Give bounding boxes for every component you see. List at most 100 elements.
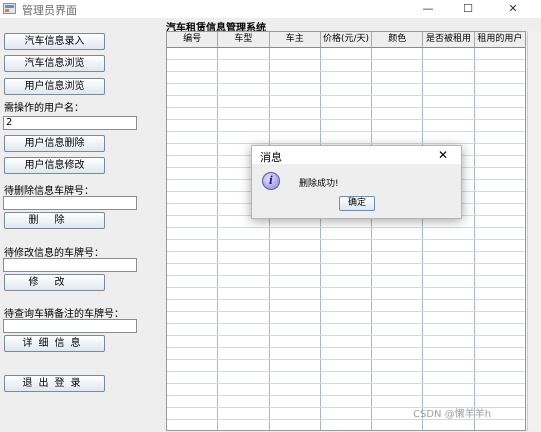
table-cell[interactable]	[167, 132, 219, 143]
table-cell[interactable]	[423, 276, 475, 287]
table-cell[interactable]	[423, 336, 475, 347]
table-cell[interactable]	[167, 336, 219, 347]
table-cell[interactable]	[475, 264, 525, 275]
table-cell[interactable]	[218, 384, 270, 395]
table-cell[interactable]	[321, 396, 373, 407]
table-cell[interactable]	[475, 348, 525, 359]
table-cell[interactable]	[423, 360, 475, 371]
table-cell[interactable]	[475, 144, 525, 155]
table-cell[interactable]	[167, 84, 219, 95]
table-cell[interactable]	[372, 348, 424, 359]
table-cell[interactable]	[372, 384, 424, 395]
table-cell[interactable]	[475, 72, 525, 83]
table-row[interactable]	[167, 60, 525, 72]
minimize-button[interactable]: —	[412, 0, 444, 18]
table-cell[interactable]	[475, 240, 525, 251]
table-cell[interactable]	[475, 60, 525, 71]
edit-user-button[interactable]: 用户信息修改	[4, 157, 105, 174]
table-cell[interactable]	[218, 336, 270, 347]
table-cell[interactable]	[321, 408, 373, 419]
detail-info-button[interactable]: 详细信息	[4, 335, 105, 352]
table-cell[interactable]	[475, 312, 525, 323]
table-cell[interactable]	[475, 168, 525, 179]
table-cell[interactable]	[475, 156, 525, 167]
table-cell[interactable]	[321, 84, 373, 95]
table-cell[interactable]	[167, 276, 219, 287]
table-cell[interactable]	[475, 384, 525, 395]
table-cell[interactable]	[423, 228, 475, 239]
table-cell[interactable]	[423, 288, 475, 299]
table-row[interactable]	[167, 84, 525, 96]
table-cell[interactable]	[167, 384, 219, 395]
car-info-entry-button[interactable]: 汽车信息录入	[4, 33, 105, 50]
table-cell[interactable]	[218, 120, 270, 131]
table-cell[interactable]	[372, 264, 424, 275]
table-cell[interactable]	[372, 312, 424, 323]
table-cell[interactable]	[218, 132, 270, 143]
table-cell[interactable]	[270, 312, 321, 323]
table-cell[interactable]	[218, 60, 270, 71]
table-cell[interactable]	[270, 228, 321, 239]
table-cell[interactable]	[372, 336, 424, 347]
table-cell[interactable]	[423, 132, 475, 143]
table-cell[interactable]	[270, 264, 321, 275]
table-cell[interactable]	[218, 96, 270, 107]
table-cell[interactable]	[321, 360, 373, 371]
table-cell[interactable]	[475, 420, 525, 430]
table-cell[interactable]	[167, 408, 219, 419]
table-row[interactable]	[167, 300, 525, 312]
table-cell[interactable]	[423, 300, 475, 311]
table-cell[interactable]	[218, 420, 270, 430]
table-cell[interactable]	[475, 216, 525, 227]
table-cell[interactable]	[475, 276, 525, 287]
table-row[interactable]	[167, 228, 525, 240]
table-cell[interactable]	[475, 108, 525, 119]
table-cell[interactable]	[270, 288, 321, 299]
table-cell[interactable]	[167, 120, 219, 131]
table-cell[interactable]	[423, 312, 475, 323]
column-header[interactable]: 车型	[218, 32, 270, 47]
table-cell[interactable]	[218, 264, 270, 275]
table-cell[interactable]	[321, 348, 373, 359]
table-cell[interactable]	[423, 108, 475, 119]
table-cell[interactable]	[167, 312, 219, 323]
delete-user-button[interactable]: 用户信息删除	[4, 135, 105, 152]
table-cell[interactable]	[167, 216, 219, 227]
table-cell[interactable]	[218, 408, 270, 419]
table-cell[interactable]	[167, 192, 219, 203]
table-row[interactable]	[167, 96, 525, 108]
table-cell[interactable]	[270, 420, 321, 430]
table-cell[interactable]	[270, 336, 321, 347]
table-cell[interactable]	[321, 324, 373, 335]
table-cell[interactable]	[218, 72, 270, 83]
column-header[interactable]: 价格(元/天)	[321, 32, 373, 47]
table-cell[interactable]	[372, 96, 424, 107]
table-row[interactable]	[167, 132, 525, 144]
table-cell[interactable]	[475, 132, 525, 143]
table-cell[interactable]	[167, 108, 219, 119]
table-cell[interactable]	[423, 384, 475, 395]
table-cell[interactable]	[167, 420, 219, 430]
window-close-button[interactable]: ✕	[497, 0, 529, 18]
table-cell[interactable]	[321, 72, 373, 83]
delete-plate-input[interactable]	[3, 196, 137, 210]
table-cell[interactable]	[270, 372, 321, 383]
table-cell[interactable]	[321, 372, 373, 383]
table-cell[interactable]	[270, 240, 321, 251]
table-row[interactable]	[167, 360, 525, 372]
table-cell[interactable]	[270, 396, 321, 407]
table-cell[interactable]	[218, 348, 270, 359]
table-cell[interactable]	[321, 240, 373, 251]
table-cell[interactable]	[372, 120, 424, 131]
column-header[interactable]: 是否被租用	[423, 32, 475, 47]
table-cell[interactable]	[321, 252, 373, 263]
table-cell[interactable]	[372, 420, 424, 430]
table-cell[interactable]	[475, 288, 525, 299]
table-cell[interactable]	[167, 288, 219, 299]
table-cell[interactable]	[321, 108, 373, 119]
table-cell[interactable]	[372, 252, 424, 263]
table-cell[interactable]	[270, 120, 321, 131]
table-cell[interactable]	[321, 300, 373, 311]
table-cell[interactable]	[270, 348, 321, 359]
table-cell[interactable]	[218, 288, 270, 299]
